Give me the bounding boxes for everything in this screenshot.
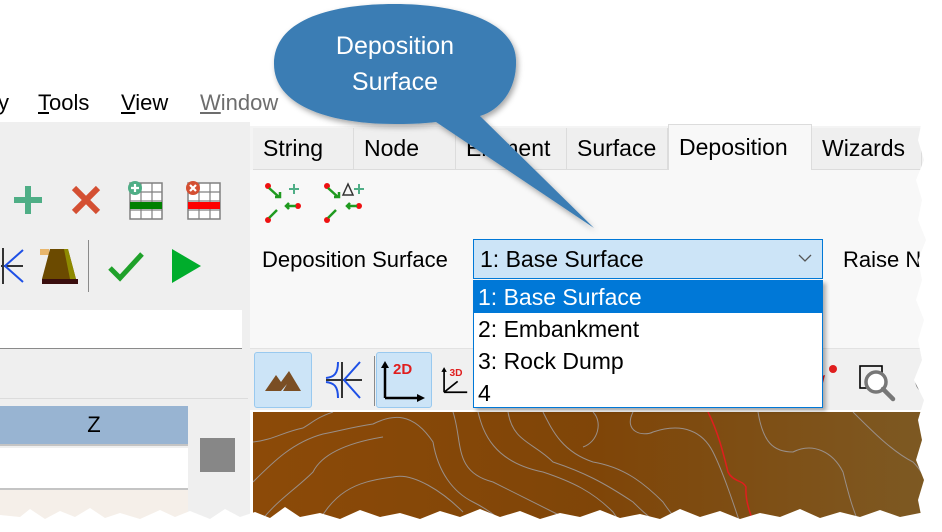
- add-icon: [14, 186, 42, 214]
- dropdown-option-base-surface[interactable]: 1: Base Surface: [474, 281, 822, 313]
- torn-edge: [0, 507, 942, 532]
- run-button[interactable]: [164, 244, 208, 288]
- tab-node[interactable]: Node: [354, 128, 456, 170]
- deposition-surface-value: 1: Base Surface: [480, 245, 644, 272]
- terrain-button[interactable]: [254, 352, 312, 408]
- add-button[interactable]: [8, 180, 48, 220]
- dropdown-option-embankment[interactable]: 2: Embankment: [474, 313, 822, 345]
- menu-item-tools[interactable]: Tools: [38, 90, 89, 116]
- play-icon: [172, 249, 201, 283]
- view-2d-icon: 2D: [381, 361, 425, 402]
- svg-text:3D: 3D: [450, 368, 463, 379]
- intersect-view-button[interactable]: [314, 352, 372, 408]
- menu-item-window[interactable]: Window: [200, 90, 278, 116]
- dropdown-option-rock-dump[interactable]: 3: Rock Dump: [474, 345, 822, 377]
- torn-edge: [914, 120, 942, 532]
- column-header-z[interactable]: Z: [0, 406, 188, 446]
- delete-row-table-icon: [186, 181, 221, 220]
- apply-button[interactable]: [104, 244, 148, 288]
- callout-text: Deposition Surface: [300, 28, 490, 100]
- embankment-button[interactable]: [36, 244, 82, 288]
- view-3d-icon: 3D: [441, 367, 468, 394]
- dropdown-option-4[interactable]: 4: [474, 377, 822, 409]
- terrain-icon: [265, 371, 301, 391]
- scrollbar-thumb[interactable]: [200, 438, 235, 472]
- chevron-down-icon: [798, 250, 812, 266]
- zoom-window-icon: [859, 365, 896, 402]
- toolbar-separator: [374, 356, 375, 406]
- add-deposition-node-icon: [265, 183, 301, 223]
- menu-bar: y Tools View Window: [0, 84, 300, 122]
- embankment-icon: [40, 249, 78, 284]
- delete-row-button[interactable]: [182, 178, 226, 222]
- insert-row-table-icon: [128, 181, 163, 220]
- checkmark-icon: [108, 252, 144, 282]
- toolbar-separator: [88, 240, 89, 292]
- view-3d-button[interactable]: 3D: [440, 352, 474, 408]
- add-delta-deposition-node-button[interactable]: [320, 180, 368, 224]
- insert-row-button[interactable]: [124, 178, 168, 222]
- add-deposition-node-button[interactable]: [262, 180, 306, 224]
- tab-element[interactable]: Element: [456, 128, 567, 170]
- deposition-surface-dropdown: 1: Base Surface 2: Embankment 3: Rock Du…: [473, 280, 823, 408]
- tab-wizards[interactable]: Wizards: [812, 128, 922, 170]
- intersect-lines-icon: [325, 361, 362, 399]
- svg-text:2D: 2D: [393, 361, 412, 378]
- tab-string[interactable]: String: [253, 128, 354, 170]
- callout-line-1: Deposition: [335, 32, 455, 60]
- delete-button[interactable]: [66, 180, 106, 220]
- add-delta-deposition-node-icon: [324, 182, 364, 223]
- delete-icon: [71, 185, 101, 215]
- name-input[interactable]: [0, 310, 242, 349]
- callout-line-2: Surface: [351, 68, 439, 96]
- deposition-surface-label: Deposition Surface: [262, 247, 448, 272]
- menu-item-view[interactable]: View: [121, 90, 168, 116]
- tab-deposition[interactable]: Deposition: [668, 124, 812, 170]
- intersect-button[interactable]: [0, 244, 26, 288]
- intersect-lines-icon: [1, 248, 24, 284]
- table-row[interactable]: [0, 448, 188, 490]
- menu-item-partial[interactable]: y: [0, 90, 9, 116]
- tab-surface[interactable]: Surface: [567, 128, 668, 170]
- zoom-window-button[interactable]: [854, 358, 900, 404]
- deposition-surface-select[interactable]: 1: Base Surface: [473, 239, 823, 279]
- raise-label: Raise N: [843, 247, 922, 272]
- view-2d-button[interactable]: 2D: [376, 352, 432, 408]
